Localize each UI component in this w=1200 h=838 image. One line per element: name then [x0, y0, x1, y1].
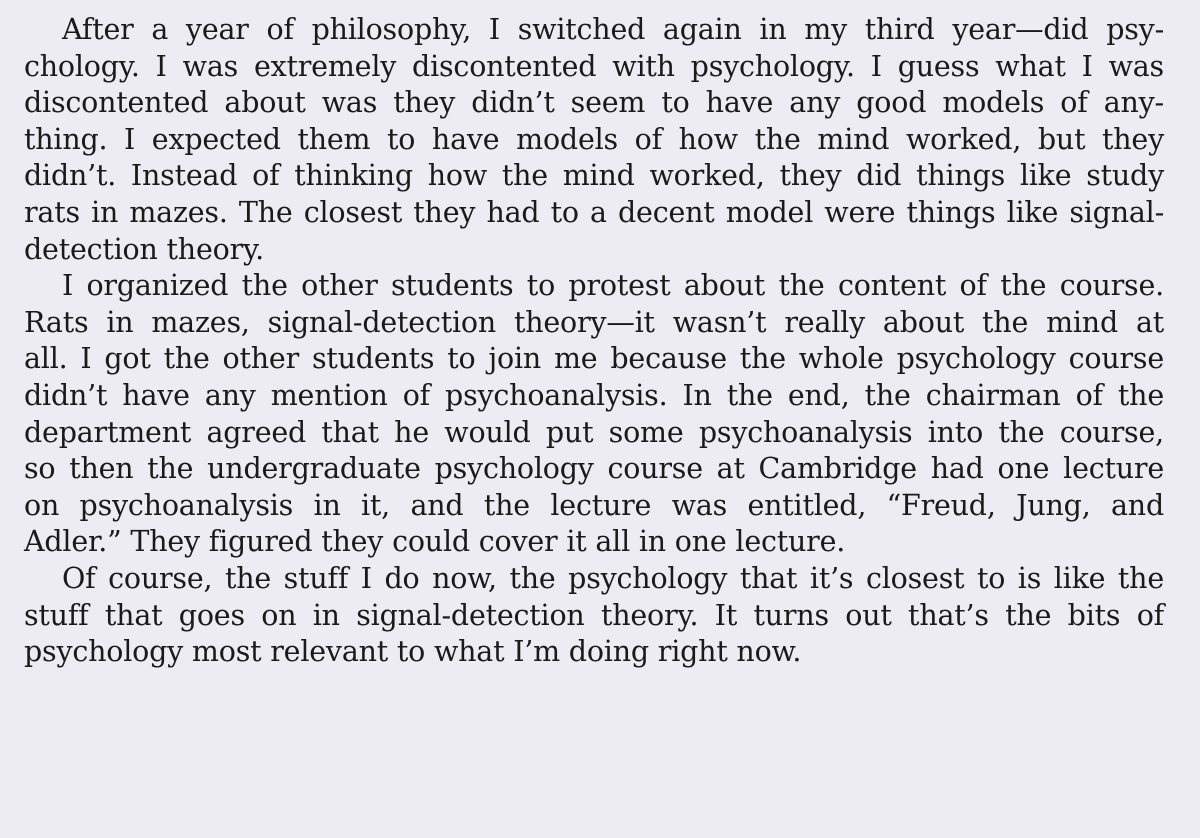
text-line: discontented about was they didn’t seem … [24, 86, 1164, 120]
text-line: After a year of philosophy, I switched a… [62, 13, 1164, 46]
book-page: After a year of philosophy, I switched a… [0, 0, 1200, 838]
paragraph-1: After a year of philosophy, I switched a… [24, 12, 1164, 268]
text-line: all. I got the other students to join me… [24, 342, 1164, 376]
paragraph-3: Of course, the stuff I do now, the psych… [24, 561, 1164, 671]
text-line: on psychoanalysis in it, and the lecture… [24, 488, 1164, 522]
text-line: detection theory. [24, 232, 264, 266]
text-line: rats in mazes. The closest they had to a… [24, 195, 1164, 229]
text-line: psychology most relevant to what I’m doi… [24, 635, 802, 669]
text-line: Adler.” They figured they could cover it… [24, 525, 846, 559]
text-line: chology. I was extremely discontented wi… [24, 49, 1164, 83]
text-line: didn’t have any mention of psychoanalysi… [24, 378, 1164, 412]
text-line: thing. I expected them to have models of… [24, 122, 1164, 156]
paragraph-2: I organized the other students to protes… [24, 268, 1164, 561]
text-line: stuff that goes on in signal-detection t… [24, 598, 1164, 632]
text-line: so then the undergraduate psychology cou… [24, 452, 1164, 486]
text-line: Rats in mazes, signal-detection theory—i… [24, 305, 1164, 339]
text-line: department agreed that he would put some… [24, 415, 1164, 449]
text-line: didn’t. Instead of thinking how the mind… [24, 159, 1164, 193]
text-line: Of course, the stuff I do now, the psych… [62, 561, 1164, 595]
text-line: I organized the other students to protes… [62, 269, 1164, 303]
